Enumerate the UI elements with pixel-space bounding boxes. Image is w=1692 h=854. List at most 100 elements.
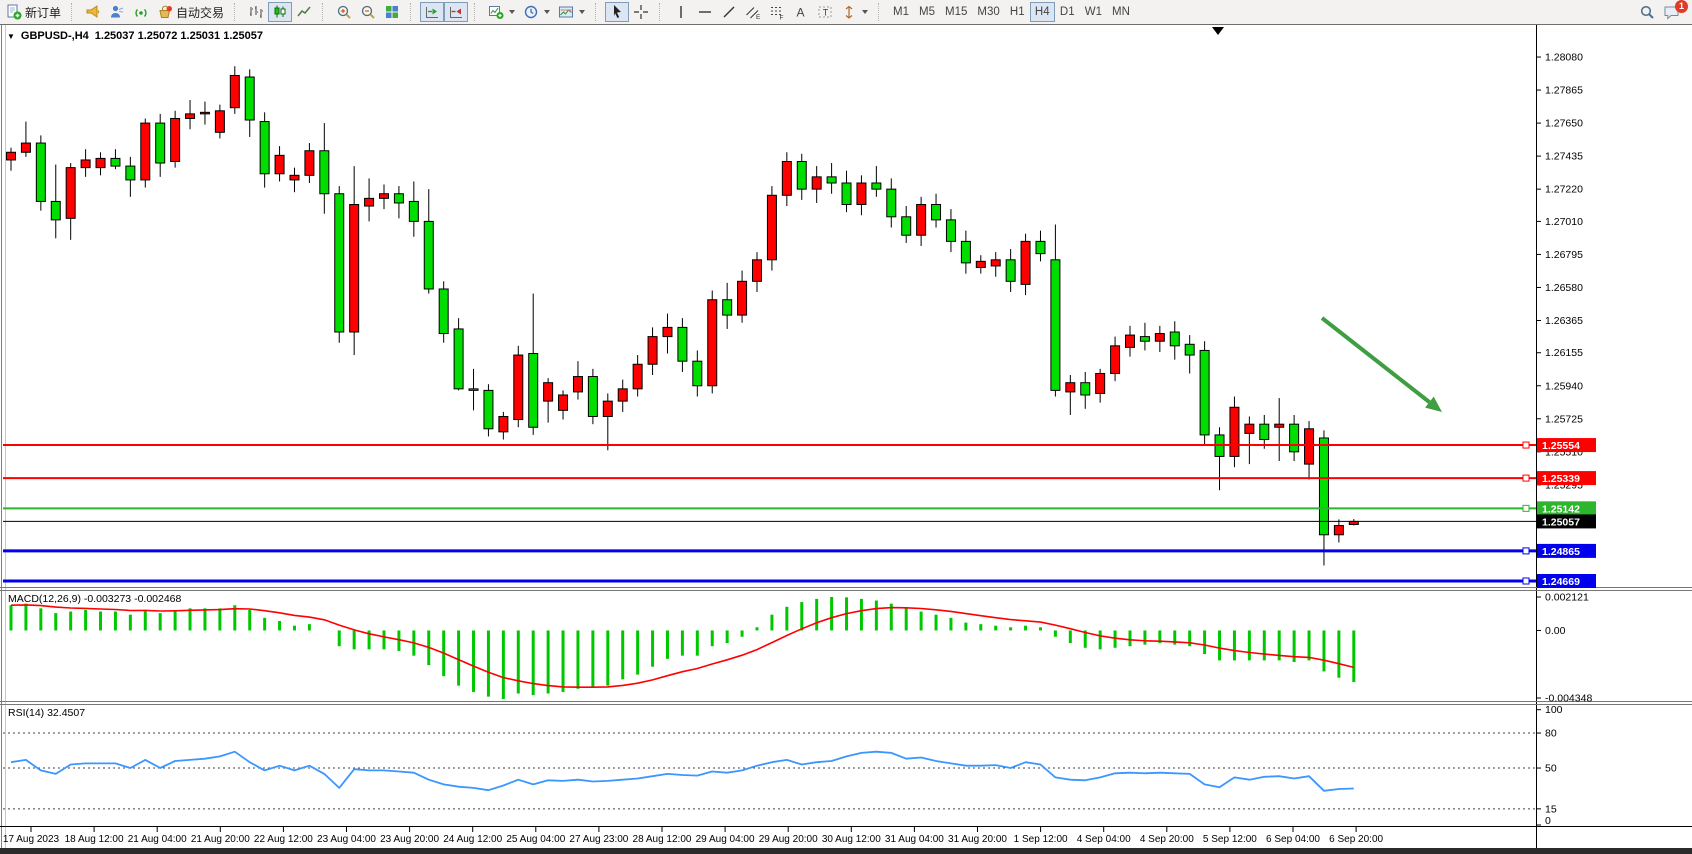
candle	[767, 195, 776, 260]
equidistant-channel-button[interactable]: E	[741, 2, 765, 22]
text-button[interactable]: A	[789, 2, 813, 22]
candle	[81, 160, 90, 168]
candle	[1066, 383, 1075, 392]
toolbar-separator	[878, 3, 884, 21]
trade-watch-button[interactable]	[105, 2, 129, 22]
timeframe-D1[interactable]: D1	[1055, 2, 1080, 22]
vertical-line-button[interactable]	[669, 2, 693, 22]
candle	[320, 151, 329, 194]
zoom-in-button[interactable]	[332, 2, 356, 22]
timeframe-M30[interactable]: M30	[972, 2, 1004, 22]
candle	[409, 201, 418, 221]
candle	[96, 158, 105, 167]
new-order-label: 新订单	[25, 4, 61, 21]
chevron-down-icon	[509, 10, 515, 14]
svg-text:1.27650: 1.27650	[1545, 118, 1583, 130]
candle	[1245, 424, 1254, 433]
periods-clock-button[interactable]	[519, 2, 554, 22]
svg-text:21 Aug 04:00: 21 Aug 04:00	[128, 834, 187, 845]
svg-text:F: F	[780, 15, 784, 21]
chart-title: ▼ GBPUSD-,H4 1.25037 1.25072 1.25031 1.2…	[7, 30, 263, 42]
chart-canvas[interactable]: 1.280801.278651.276501.274351.272201.270…	[0, 0, 1692, 854]
candlestick-chart-button[interactable]	[268, 2, 292, 22]
signals-button[interactable]	[129, 2, 153, 22]
svg-text:80: 80	[1545, 728, 1557, 740]
fibonacci-button[interactable]: F	[765, 2, 789, 22]
candle	[499, 416, 508, 431]
svg-text:17 Aug 2023: 17 Aug 2023	[3, 834, 60, 845]
svg-text:23 Aug 20:00: 23 Aug 20:00	[380, 834, 439, 845]
svg-text:0.00: 0.00	[1545, 625, 1566, 637]
symbol-dropdown-icon[interactable]: ▼	[7, 32, 15, 41]
svg-text:1.25725: 1.25725	[1545, 413, 1583, 425]
timeframe-W1[interactable]: W1	[1080, 2, 1107, 22]
svg-text:1.25554: 1.25554	[1542, 440, 1580, 452]
tile-windows-button[interactable]	[380, 2, 404, 22]
svg-text:24 Aug 12:00: 24 Aug 12:00	[443, 834, 502, 845]
svg-text:0: 0	[1545, 815, 1551, 827]
candle	[141, 123, 150, 180]
auto-scroll-button[interactable]	[444, 2, 468, 22]
timeframe-MN[interactable]: MN	[1107, 2, 1135, 22]
trendline-button[interactable]	[717, 2, 741, 22]
candle	[1230, 407, 1239, 456]
svg-text:31 Aug 04:00: 31 Aug 04:00	[885, 834, 944, 845]
trendline-icon	[721, 4, 737, 20]
svg-text:30 Aug 12:00: 30 Aug 12:00	[822, 834, 881, 845]
svg-text:1.27010: 1.27010	[1545, 216, 1583, 228]
auto-trading-button[interactable]: 自动交易	[153, 2, 228, 22]
search-button[interactable]	[1635, 2, 1659, 22]
candle	[678, 327, 687, 361]
candle	[1021, 241, 1030, 284]
candle	[961, 241, 970, 263]
candle	[1126, 335, 1135, 347]
line-chart-button[interactable]	[292, 2, 316, 22]
alerts-button[interactable]	[81, 2, 105, 22]
timeframe-H1[interactable]: H1	[1005, 2, 1030, 22]
svg-text:1.26155: 1.26155	[1545, 347, 1583, 359]
candle	[1051, 260, 1060, 391]
candle	[603, 401, 612, 416]
fibonacci-icon: F	[769, 4, 785, 20]
candle	[156, 123, 165, 163]
candle	[51, 201, 60, 219]
crosshair-button[interactable]	[629, 2, 653, 22]
candle	[484, 390, 493, 428]
cursor-button[interactable]	[605, 2, 629, 22]
candle	[469, 389, 478, 391]
bar-chart-button[interactable]	[244, 2, 268, 22]
templates-button[interactable]	[554, 2, 589, 22]
new-order-button[interactable]: 新订单	[2, 2, 65, 22]
candle	[976, 261, 985, 267]
timeframe-H4[interactable]: H4	[1030, 2, 1055, 22]
candle	[902, 217, 911, 235]
zoom-out-button[interactable]	[356, 2, 380, 22]
candle	[186, 114, 195, 119]
svg-text:4 Sep 04:00: 4 Sep 04:00	[1077, 834, 1131, 845]
candle	[1260, 424, 1269, 439]
timeframe-M15[interactable]: M15	[940, 2, 972, 22]
notification-badge: 1	[1675, 0, 1688, 13]
svg-text:29 Aug 04:00: 29 Aug 04:00	[696, 834, 755, 845]
chart-window-background	[0, 24, 1692, 854]
candle	[753, 260, 762, 282]
candle	[1275, 424, 1284, 427]
candle	[260, 122, 269, 174]
horizontal-line-button[interactable]	[693, 2, 717, 22]
toolbar-separator	[71, 3, 77, 21]
text-label-button[interactable]: T	[813, 2, 837, 22]
new-chart-button[interactable]	[484, 2, 519, 22]
svg-text:1.24865: 1.24865	[1542, 546, 1580, 558]
candle	[230, 75, 239, 107]
chat-button[interactable]: 1	[1659, 2, 1684, 22]
svg-text:5 Sep 12:00: 5 Sep 12:00	[1203, 834, 1257, 845]
candle	[1319, 438, 1328, 535]
arrows-button[interactable]	[837, 2, 872, 22]
auto-scroll-icon	[448, 4, 464, 20]
shift-chart-button[interactable]	[420, 2, 444, 22]
timeframe-M1[interactable]: M1	[888, 2, 914, 22]
timeframe-M5[interactable]: M5	[914, 2, 940, 22]
toolbar-separator	[234, 3, 240, 21]
candle	[305, 151, 314, 176]
candle	[1155, 334, 1164, 342]
